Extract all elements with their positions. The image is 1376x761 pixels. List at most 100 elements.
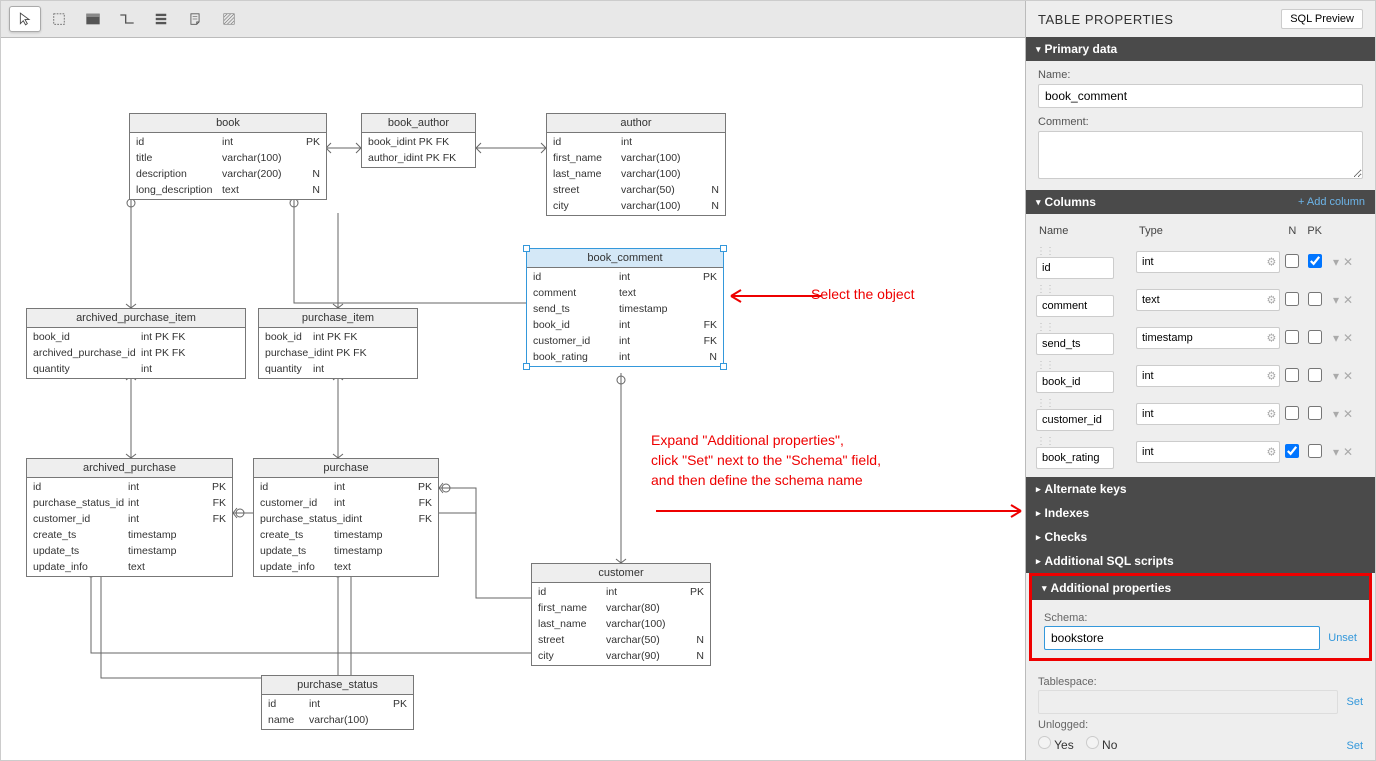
entity-author[interactable]: author idintfirst_namevarchar(100)last_n… xyxy=(546,113,726,216)
entity-customer[interactable]: customer idintPKfirst_namevarchar(80)las… xyxy=(531,563,711,666)
column-type-input[interactable] xyxy=(1136,403,1280,425)
view-tool[interactable] xyxy=(145,6,177,32)
section-primary-data[interactable]: ▾Primary data xyxy=(1026,37,1375,61)
sql-preview-button[interactable]: SQL Preview xyxy=(1281,9,1363,29)
delete-icon[interactable]: ✕ xyxy=(1343,331,1353,345)
entity-book[interactable]: book idintPKtitlevarchar(100)description… xyxy=(129,113,327,200)
nullable-checkbox[interactable] xyxy=(1285,292,1299,306)
table-tool[interactable] xyxy=(77,6,109,32)
drag-icon[interactable]: ⋮⋮ xyxy=(1036,398,1054,409)
add-column-link[interactable]: + Add column xyxy=(1298,196,1365,208)
area-tool[interactable] xyxy=(213,6,245,32)
column-name-input[interactable] xyxy=(1036,295,1114,317)
column-type-input[interactable] xyxy=(1136,251,1280,273)
more-icon[interactable]: ▾ xyxy=(1333,293,1339,307)
pk-checkbox[interactable] xyxy=(1308,292,1322,306)
entity-title: archived_purchase xyxy=(27,459,232,478)
pk-checkbox[interactable] xyxy=(1308,254,1322,268)
gear-icon[interactable]: ⚙ xyxy=(1266,332,1276,345)
entity-column-row: idintPK xyxy=(27,479,232,495)
drag-icon[interactable]: ⋮⋮ xyxy=(1036,360,1054,371)
nullable-checkbox[interactable] xyxy=(1285,330,1299,344)
properties-panel: TABLE PROPERTIES SQL Preview ▾Primary da… xyxy=(1025,1,1375,760)
delete-icon[interactable]: ✕ xyxy=(1343,445,1353,459)
nullable-checkbox[interactable] xyxy=(1285,368,1299,382)
entity-purchase-status[interactable]: purchase_status idintPKnamevarchar(100) xyxy=(261,675,414,730)
entity-book-comment[interactable]: book_comment idintPKcommenttextsend_tsti… xyxy=(526,248,724,367)
gear-icon[interactable]: ⚙ xyxy=(1266,256,1276,269)
pointer-tool[interactable] xyxy=(9,6,41,32)
gear-icon[interactable]: ⚙ xyxy=(1266,408,1276,421)
resize-handle[interactable] xyxy=(720,245,727,252)
table-name-input[interactable] xyxy=(1038,84,1363,108)
gear-icon[interactable]: ⚙ xyxy=(1266,294,1276,307)
relation-tool[interactable] xyxy=(111,6,143,32)
unlogged-yes[interactable]: Yes xyxy=(1038,736,1074,752)
section-additional-properties[interactable]: ▾Additional properties xyxy=(1032,576,1369,600)
delete-icon[interactable]: ✕ xyxy=(1343,255,1353,269)
column-type-input[interactable] xyxy=(1136,289,1280,311)
column-type-input[interactable] xyxy=(1136,441,1280,463)
nullable-checkbox[interactable] xyxy=(1285,444,1299,458)
tablespace-input[interactable] xyxy=(1038,690,1338,714)
drag-icon[interactable]: ⋮⋮ xyxy=(1036,436,1054,447)
pk-checkbox[interactable] xyxy=(1308,444,1322,458)
entity-column-row: purchase_status_idintFK xyxy=(27,495,232,511)
drag-icon[interactable]: ⋮⋮ xyxy=(1036,322,1054,333)
drag-icon[interactable]: ⋮⋮ xyxy=(1036,246,1054,257)
delete-icon[interactable]: ✕ xyxy=(1343,407,1353,421)
section-columns[interactable]: ▾Columns+ Add column xyxy=(1026,190,1375,214)
resize-handle[interactable] xyxy=(523,245,530,252)
section-label: Checks xyxy=(1045,530,1088,544)
more-icon[interactable]: ▾ xyxy=(1333,445,1339,459)
nullable-checkbox[interactable] xyxy=(1285,406,1299,420)
more-icon[interactable]: ▾ xyxy=(1333,255,1339,269)
pk-checkbox[interactable] xyxy=(1308,368,1322,382)
column-type-input[interactable] xyxy=(1136,365,1280,387)
more-icon[interactable]: ▾ xyxy=(1333,369,1339,383)
column-type-input[interactable] xyxy=(1136,327,1280,349)
section-additional-sql[interactable]: ▸Additional SQL scripts xyxy=(1026,549,1375,573)
column-name-input[interactable] xyxy=(1036,257,1114,279)
delete-icon[interactable]: ✕ xyxy=(1343,369,1353,383)
note-tool[interactable] xyxy=(179,6,211,32)
schema-input[interactable] xyxy=(1044,626,1320,650)
annotation-line: and then define the schema name xyxy=(651,470,881,490)
section-alternate-keys[interactable]: ▸Alternate keys xyxy=(1026,477,1375,501)
comment-textarea[interactable] xyxy=(1038,131,1363,179)
entity-book-author[interactable]: book_author book_idint PK FKauthor_idint… xyxy=(361,113,476,168)
schema-label: Schema: xyxy=(1044,612,1357,624)
gear-icon[interactable]: ⚙ xyxy=(1266,446,1276,459)
column-name-input[interactable] xyxy=(1036,409,1114,431)
cursor-icon xyxy=(18,12,32,26)
drag-icon[interactable]: ⋮⋮ xyxy=(1036,284,1054,295)
entity-archived-purchase-item[interactable]: archived_purchase_item book_idint PK FKa… xyxy=(26,308,246,379)
column-name-input[interactable] xyxy=(1036,333,1114,355)
erd-canvas[interactable]: book idintPKtitlevarchar(100)description… xyxy=(1,38,1025,759)
resize-handle[interactable] xyxy=(523,363,530,370)
pk-checkbox[interactable] xyxy=(1308,330,1322,344)
section-label: Columns xyxy=(1045,195,1096,209)
column-name-input[interactable] xyxy=(1036,447,1114,469)
entity-column-row: namevarchar(100) xyxy=(262,712,413,728)
section-indexes[interactable]: ▸Indexes xyxy=(1026,501,1375,525)
nullable-checkbox[interactable] xyxy=(1285,254,1299,268)
unset-link[interactable]: Unset xyxy=(1328,632,1357,644)
more-icon[interactable]: ▾ xyxy=(1333,407,1339,421)
entity-purchase-item[interactable]: purchase_item book_idint PK FKpurchase_i… xyxy=(258,308,418,379)
resize-handle[interactable] xyxy=(720,363,727,370)
entity-column-row: purchase_idint PK FK xyxy=(259,345,417,361)
set-link[interactable]: Set xyxy=(1346,740,1363,752)
gear-icon[interactable]: ⚙ xyxy=(1266,370,1276,383)
set-link[interactable]: Set xyxy=(1346,696,1363,708)
entity-purchase[interactable]: purchase idintPKcustomer_idintFKpurchase… xyxy=(253,458,439,577)
unlogged-no[interactable]: No xyxy=(1086,736,1118,752)
column-name-input[interactable] xyxy=(1036,371,1114,393)
more-icon[interactable]: ▾ xyxy=(1333,331,1339,345)
entity-archived-purchase[interactable]: archived_purchase idintPKpurchase_status… xyxy=(26,458,233,577)
section-checks[interactable]: ▸Checks xyxy=(1026,525,1375,549)
entity-title: archived_purchase_item xyxy=(27,309,245,328)
select-tool[interactable] xyxy=(43,6,75,32)
pk-checkbox[interactable] xyxy=(1308,406,1322,420)
delete-icon[interactable]: ✕ xyxy=(1343,293,1353,307)
